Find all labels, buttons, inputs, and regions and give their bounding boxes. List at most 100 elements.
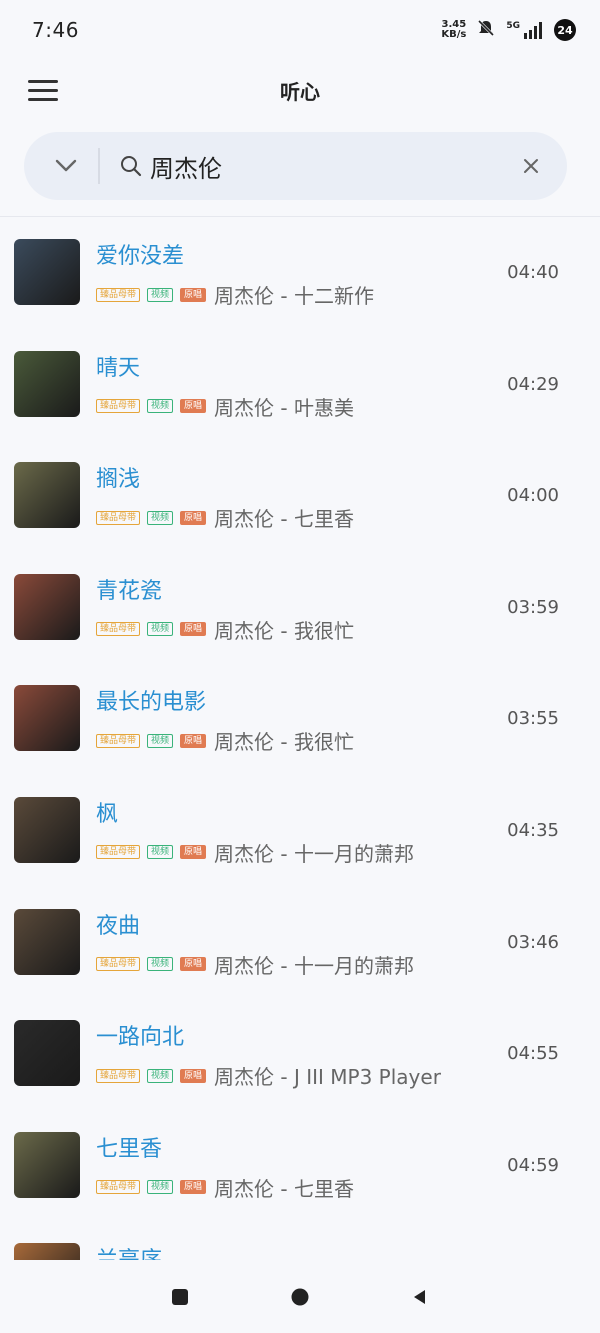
song-meta: 臻品母带 视频 原唱 周杰伦 - 七里香 [96,503,354,532]
hq-badge: 臻品母带 [96,287,141,302]
search-bar [24,132,567,200]
signal-icon: 5G [506,21,544,39]
net-speed-unit: KB/s [441,29,467,40]
hq-badge: 臻品母带 [96,510,141,525]
status-time: 7:46 [32,18,79,42]
song-meta: 臻品母带 视频 原唱 周杰伦 - 七里香 [96,1173,354,1202]
song-meta: 臻品母带 视频 原唱 周杰伦 - 十一月的萧邦 [96,838,414,867]
search-divider [98,148,100,184]
clear-icon[interactable] [501,132,561,200]
hq-badge: 臻品母带 [96,957,141,972]
song-title: 搁浅 [96,467,141,493]
original-badge: 原唱 [180,287,207,302]
album-cover [14,350,80,417]
song-artist-album: 周杰伦 - J III MP3 Player [214,1065,441,1090]
song-row[interactable]: 一路向北臻品母带 视频 原唱 周杰伦 - J III MP3 Player 04:55 [0,1003,600,1115]
video-badge: 视频 [147,957,174,972]
song-artist-album: 周杰伦 - 十一月的萧邦 [214,841,414,866]
album-cover [14,573,80,640]
album-cover [14,239,80,305]
song-row[interactable]: 枫臻品母带 视频 原唱 周杰伦 - 十一月的萧邦 04:35 [0,780,600,892]
song-artist-album: 周杰伦 - 十一月的萧邦 [214,953,414,978]
hq-badge: 臻品母带 [96,399,141,414]
video-badge: 视频 [147,1068,174,1083]
hq-badge: 臻品母带 [96,1180,141,1195]
video-badge: 视频 [147,622,174,637]
album-cover [14,796,80,863]
song-row[interactable]: 兰亭序 [0,1226,600,1260]
original-badge: 原唱 [180,957,207,972]
back-button[interactable] [400,1277,440,1317]
video-badge: 视频 [147,287,174,302]
song-row[interactable]: 搁浅臻品母带 视频 原唱 周杰伦 - 七里香 04:00 [0,445,600,557]
original-badge: 原唱 [180,1068,207,1083]
song-title: 夜曲 [96,913,141,939]
album-cover [14,1243,80,1260]
song-duration: 04:55 [507,1043,559,1065]
song-duration: 03:59 [507,596,559,618]
song-title: 一路向北 [96,1025,185,1051]
song-artist-album: 周杰伦 - 十二新作 [214,284,374,308]
song-title: 枫 [96,801,119,827]
song-meta: 臻品母带 视频 原唱 周杰伦 - 我很忙 [96,615,354,644]
battery-indicator: 24 [554,19,576,41]
song-duration: 04:00 [507,485,559,507]
status-icons: 3.45 KB/s 5G 24 [441,18,576,42]
song-row[interactable]: 最长的电影臻品母带 视频 原唱 周杰伦 - 我很忙 03:55 [0,668,600,780]
header-divider [0,216,600,217]
network-type: 5G [506,21,520,31]
original-badge: 原唱 [180,845,207,860]
app-header: 听心 [0,60,600,120]
net-speed: 3.45 KB/s [441,20,466,40]
chevron-down-icon[interactable] [36,132,96,200]
original-badge: 原唱 [180,622,207,637]
song-title: 最长的电影 [96,690,207,716]
video-badge: 视频 [147,510,174,525]
song-artist-album: 周杰伦 - 我很忙 [214,730,354,755]
song-duration: 04:59 [507,1154,559,1176]
original-badge: 原唱 [180,510,207,525]
status-bar: 7:46 3.45 KB/s 5G 24 [0,0,600,60]
song-title: 爱你没差 [96,244,185,269]
original-badge: 原唱 [180,733,207,748]
hq-badge: 臻品母带 [96,1068,141,1083]
song-duration: 03:55 [507,708,559,730]
song-list[interactable]: 爱你没差 臻品母带 视频 原唱 周杰伦 - 十二新作 04:40 晴天 臻品母带 视频 原唱 周杰伦… [0,222,600,1260]
song-artist-album: 周杰伦 - 七里香 [214,1176,354,1201]
song-row[interactable]: 夜曲臻品母带 视频 原唱 周杰伦 - 十一月的萧邦 03:46 [0,892,600,1004]
album-cover [14,685,80,752]
song-row[interactable]: 爱你没差臻品母带 视频 原唱 周杰伦 - 十二新作 04:40 [0,222,600,334]
original-badge: 原唱 [180,399,207,414]
search-input[interactable] [150,142,501,190]
page-title: 听心 [280,79,320,104]
video-badge: 视频 [147,1180,174,1195]
song-duration: 03:46 [507,931,559,953]
song-row[interactable]: 七里香臻品母带 视频 原唱 周杰伦 - 七里香 04:59 [0,1115,600,1227]
song-meta: 臻品母带 视频 原唱 周杰伦 - J III MP3 Player [96,1061,441,1090]
home-button[interactable] [280,1277,320,1317]
video-badge: 视频 [147,845,174,860]
song-artist-album: 周杰伦 - 我很忙 [214,618,354,643]
hq-badge: 臻品母带 [96,622,141,637]
video-badge: 视频 [147,399,174,414]
album-cover [14,462,80,529]
recents-button[interactable] [160,1277,200,1317]
song-row[interactable]: 晴天 臻品母带 视频 原唱 周杰伦 - 叶惠美 04:29 [0,334,600,446]
song-artist-album: 周杰伦 - 叶惠美 [214,395,354,420]
song-artist-album: 周杰伦 - 七里香 [214,507,354,532]
song-title: 兰亭序 [96,1242,162,1260]
hq-badge: 臻品母带 [96,845,141,860]
song-row[interactable]: 青花瓷臻品母带 视频 原唱 周杰伦 - 我很忙 03:59 [0,557,600,669]
system-nav-bar [0,1260,600,1333]
album-cover [14,1131,80,1198]
search-icon [118,153,144,179]
original-badge: 原唱 [180,1180,207,1195]
song-duration: 04:40 [507,262,559,283]
song-title: 青花瓷 [96,578,163,604]
song-title: 七里香 [96,1136,163,1162]
album-cover [14,1020,80,1087]
song-meta: 臻品母带 视频 原唱 周杰伦 - 我很忙 [96,726,354,755]
video-badge: 视频 [147,733,174,748]
menu-icon[interactable] [28,80,58,102]
song-duration: 04:35 [507,819,559,841]
